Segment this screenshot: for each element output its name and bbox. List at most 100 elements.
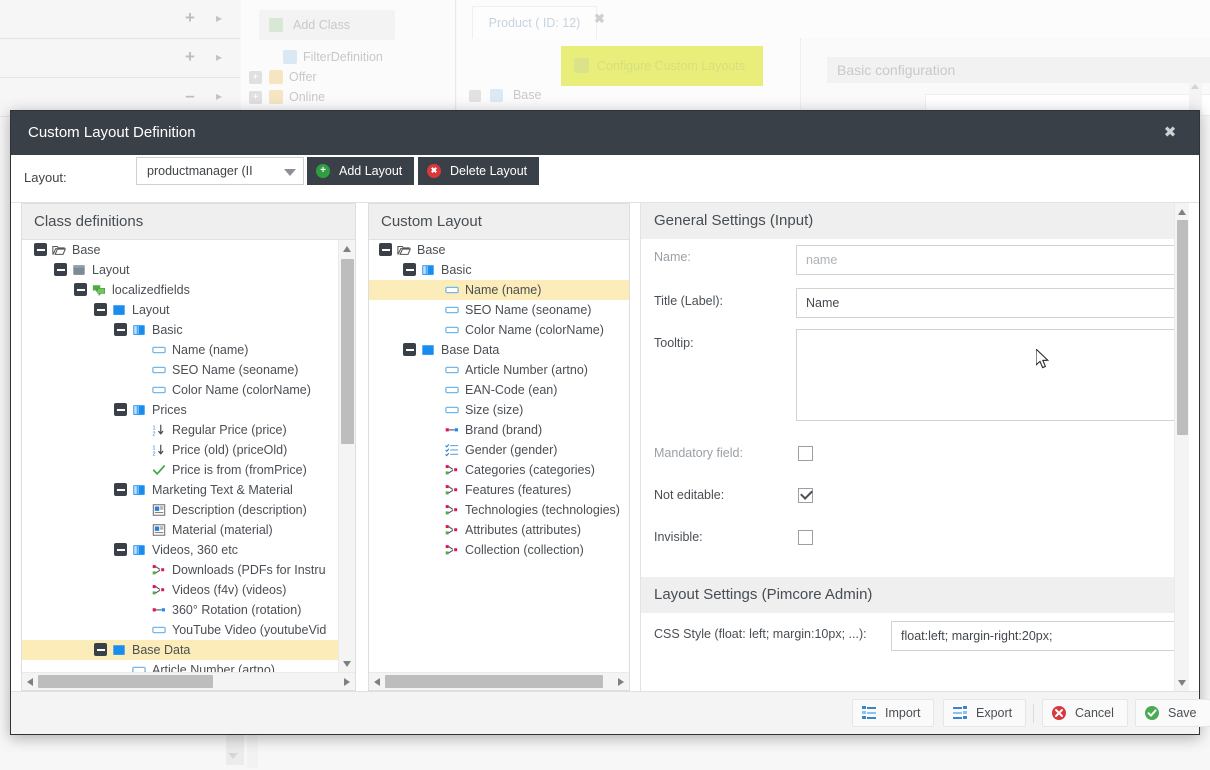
tree-node[interactable]: Downloads (PDFs for Instru (22, 560, 355, 580)
tree-node[interactable]: Base (369, 240, 629, 260)
class-tree-vertical-scrollbar[interactable] (338, 240, 355, 672)
tree-node[interactable]: 12Price (old) (priceOld) (22, 440, 355, 460)
background-base-node[interactable]: Base (469, 88, 541, 102)
minus-icon[interactable]: – (182, 88, 198, 104)
tree-node[interactable]: Categories (categories) (369, 460, 629, 480)
expander-icon[interactable] (403, 263, 416, 276)
scrollbar-thumb[interactable] (385, 675, 603, 688)
tree-node[interactable]: Brand (brand) (369, 420, 629, 440)
expander-icon[interactable]: + (249, 91, 262, 104)
background-scroll-track[interactable] (247, 735, 258, 768)
not-editable-checkbox[interactable] (798, 488, 813, 503)
tree-node[interactable]: SEO Name (seoname) (369, 300, 629, 320)
tree-node[interactable]: Name (name) (22, 340, 355, 360)
tree-node[interactable]: Layout (22, 300, 355, 320)
background-left-row[interactable]: + ▸ (0, 0, 240, 39)
tree-node[interactable]: Base (22, 240, 355, 260)
tree-node[interactable]: Marketing Text & Material (22, 480, 355, 500)
tree-node[interactable]: Basic (369, 260, 629, 280)
tree-node[interactable]: SEO Name (seoname) (22, 360, 355, 380)
custom-tree-horizontal-scrollbar[interactable] (369, 672, 629, 690)
css-style-input[interactable]: float:left; margin-right:20px; (891, 621, 1174, 651)
tree-node[interactable]: Description (description) (22, 500, 355, 520)
tree-node[interactable]: Videos, 360 etc (22, 540, 355, 560)
expander-icon[interactable] (114, 403, 127, 416)
chevron-down-icon[interactable] (284, 169, 296, 176)
scroll-down-button[interactable] (1175, 674, 1190, 691)
tree-node[interactable]: Prices (22, 400, 355, 420)
close-icon[interactable]: ✖ (1153, 111, 1187, 155)
expander-icon[interactable] (114, 543, 127, 556)
tree-node[interactable]: Layout (22, 260, 355, 280)
mandatory-field-checkbox[interactable] (798, 446, 813, 461)
tree-node[interactable]: 12Regular Price (price) (22, 420, 355, 440)
add-class-button[interactable]: Add Class (259, 10, 395, 40)
plus-icon[interactable]: + (182, 49, 198, 65)
tree-node[interactable]: Base Data (22, 640, 355, 660)
tree-node[interactable]: Color Name (colorName) (22, 380, 355, 400)
save-button[interactable]: Save (1135, 699, 1210, 727)
tree-node[interactable]: YouTube Video (youtubeVid (22, 620, 355, 640)
chevron-right-icon[interactable]: ▸ (216, 49, 222, 65)
tree-node[interactable]: Price is from (fromPrice) (22, 460, 355, 480)
tree-node[interactable]: Attributes (attributes) (369, 520, 629, 540)
cancel-button[interactable]: Cancel (1042, 699, 1128, 727)
tree-node[interactable]: Basic (22, 320, 355, 340)
scroll-right-icon[interactable] (344, 678, 350, 686)
background-tree-item[interactable]: + Online (241, 87, 456, 107)
expander-icon[interactable] (114, 483, 127, 496)
tree-node[interactable]: 360° Rotation (rotation) (22, 600, 355, 620)
scrollbar-thumb[interactable] (38, 675, 213, 688)
background-scroll-stub[interactable] (226, 735, 244, 765)
chevron-right-icon[interactable]: ▸ (216, 88, 222, 104)
invisible-checkbox[interactable] (798, 530, 813, 545)
delete-layout-button[interactable]: ✖ Delete Layout (418, 157, 539, 185)
class-definitions-tree[interactable]: BaseLayoutlocalizedfieldsLayoutBasicName… (22, 240, 355, 672)
export-button[interactable]: Export (943, 699, 1026, 727)
add-layout-button[interactable]: + Add Layout (307, 157, 414, 185)
tree-node[interactable]: Color Name (colorName) (369, 320, 629, 340)
scroll-up-icon[interactable] (1191, 84, 1199, 89)
expander-icon[interactable]: + (249, 71, 262, 84)
scrollbar-thumb[interactable] (1177, 220, 1188, 435)
chevron-right-icon[interactable]: ▸ (216, 10, 222, 26)
background-tab-product[interactable]: Product ( ID: 12) (472, 6, 597, 39)
tree-node[interactable]: Base Data (369, 340, 629, 360)
import-button[interactable]: Import (852, 699, 934, 727)
tooltip-textarea[interactable] (796, 329, 1174, 421)
background-tree-item[interactable]: FilterDefinition (241, 47, 456, 67)
tree-node[interactable]: Features (features) (369, 480, 629, 500)
tree-node[interactable]: localizedfields (22, 280, 355, 300)
settings-vertical-scrollbar[interactable] (1174, 203, 1189, 691)
tree-node[interactable]: Article Number (artno) (369, 360, 629, 380)
tree-node[interactable]: Videos (f4v) (videos) (22, 580, 355, 600)
scroll-up-button[interactable] (1175, 203, 1190, 220)
scroll-down-icon[interactable] (228, 753, 238, 759)
expander-icon[interactable] (403, 343, 416, 356)
scroll-left-icon[interactable] (374, 678, 380, 686)
tree-node[interactable]: EAN-Code (ean) (369, 380, 629, 400)
expander-icon[interactable] (94, 643, 107, 656)
expander-icon[interactable] (74, 283, 87, 296)
tree-node[interactable]: Material (material) (22, 520, 355, 540)
background-left-row[interactable]: + ▸ (0, 39, 240, 78)
tree-node[interactable]: Article Number (artno) (22, 660, 355, 672)
custom-layout-tree[interactable]: BaseBasicName (name)SEO Name (seoname)Co… (369, 240, 629, 672)
configure-custom-layouts-button[interactable]: Configure Custom Layouts (561, 46, 763, 86)
tree-node[interactable]: Collection (collection) (369, 540, 629, 560)
close-icon[interactable]: ✖ (594, 11, 605, 27)
expander-icon[interactable] (34, 243, 47, 256)
title-input[interactable]: Name (796, 288, 1174, 318)
scroll-down-button[interactable] (339, 655, 356, 672)
scroll-right-icon[interactable] (618, 678, 624, 686)
expander-icon[interactable] (379, 243, 392, 256)
scroll-up-button[interactable] (339, 240, 356, 257)
expander-icon[interactable] (469, 90, 481, 102)
tree-node[interactable]: Gender (gender) (369, 440, 629, 460)
background-tree-item[interactable]: + Offer (241, 67, 456, 87)
tree-node[interactable]: Size (size) (369, 400, 629, 420)
expander-icon[interactable] (114, 323, 127, 336)
layout-select[interactable]: productmanager (II (136, 157, 304, 185)
class-tree-horizontal-scrollbar[interactable] (22, 672, 355, 690)
plus-icon[interactable]: + (182, 10, 198, 26)
